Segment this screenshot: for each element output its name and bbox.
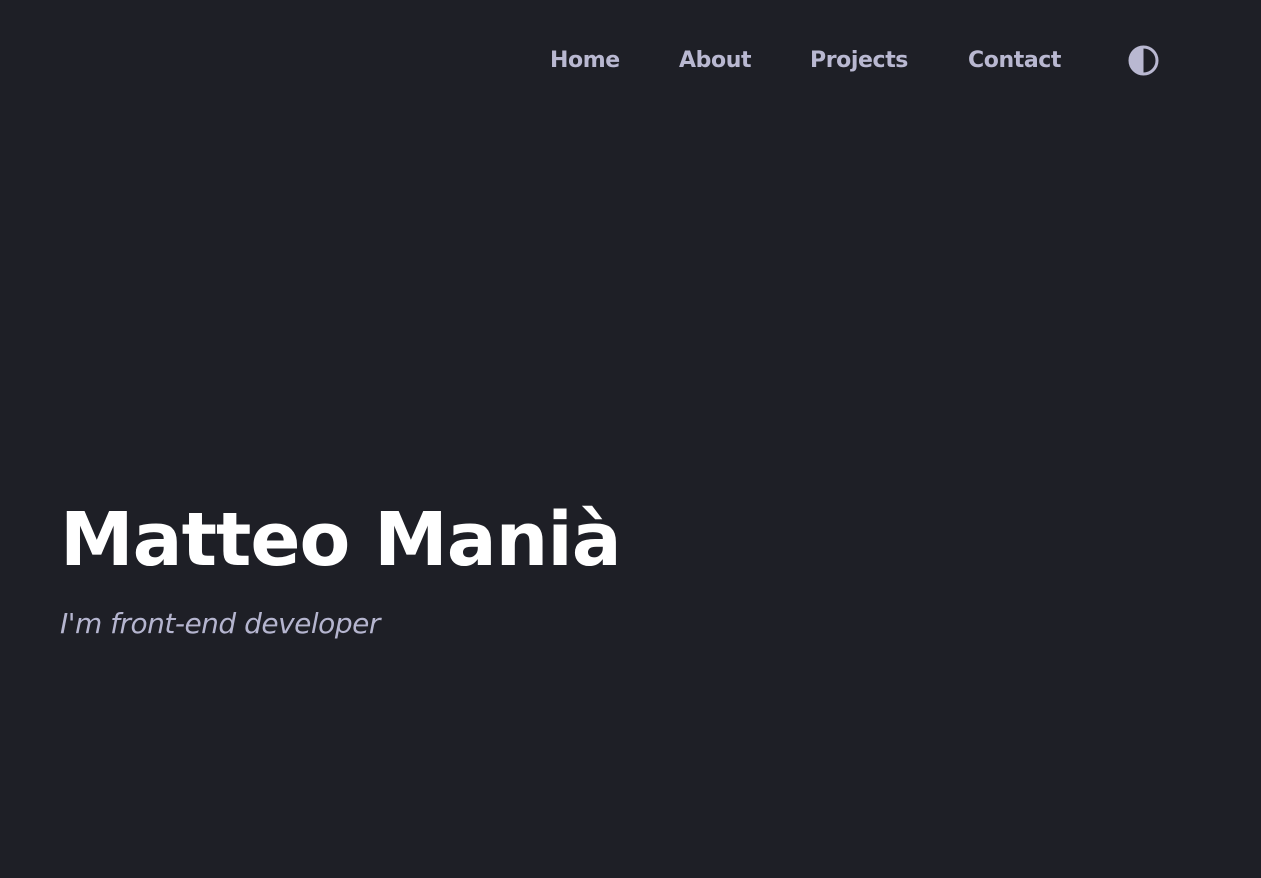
hero-section: Matteo Manià I'm front-end developer [60, 490, 960, 642]
contrast-half-circle-icon [1128, 45, 1159, 76]
nav-link-about[interactable]: About [679, 44, 751, 78]
top-navigation: Home About Projects Contact [0, 0, 1261, 120]
hero-subtitle: I'm front-end developer [60, 607, 380, 640]
nav-link-contact[interactable]: Contact [968, 44, 1061, 78]
nav-links: Home About Projects Contact [0, 44, 1261, 78]
nav-link-projects[interactable]: Projects [810, 44, 908, 78]
nav-link-home[interactable]: Home [550, 44, 620, 78]
theme-toggle-button[interactable] [1128, 45, 1159, 76]
hero-name: Matteo Manià [60, 497, 622, 583]
